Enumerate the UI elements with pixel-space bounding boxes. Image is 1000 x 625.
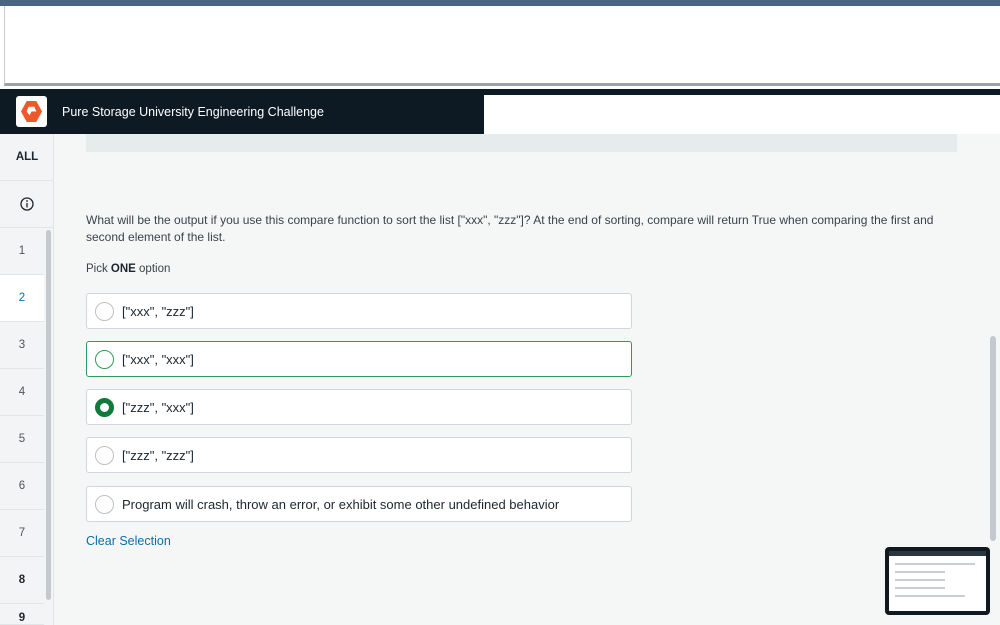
logo-icon (20, 100, 43, 123)
thumbnail-line (895, 579, 945, 581)
sidebar-item-4[interactable]: 4 (0, 369, 44, 416)
sidebar-scrollbar[interactable] (46, 230, 51, 600)
sidebar-item-label: 5 (18, 433, 26, 445)
clear-selection-link[interactable]: Clear Selection (86, 534, 171, 548)
sidebar-item-label: 2 (18, 292, 26, 304)
radio-button[interactable] (95, 301, 114, 321)
option-5[interactable]: Program will crash, throw an error, or e… (86, 486, 632, 522)
question-banner (86, 134, 957, 152)
question-text: What will be the output if you use this … (86, 213, 934, 244)
sidebar-item-label: 3 (18, 339, 26, 351)
webcam-preview-thumbnail[interactable] (885, 547, 990, 615)
sidebar-item-info[interactable] (0, 181, 54, 228)
header-right-blank (484, 95, 1000, 134)
sidebar-item-label: 8 (18, 574, 26, 586)
option-1[interactable]: ["xxx", "zzz"] (86, 293, 632, 329)
sidebar-item-2[interactable]: 2 (0, 275, 44, 322)
option-label: ["xxx", "zzz"] (122, 303, 194, 319)
pick-prefix: Pick (86, 263, 111, 275)
sidebar-item-8[interactable]: 8 (0, 557, 44, 604)
option-label: ["zzz", "zzz"] (122, 447, 194, 463)
sidebar-item-label: 4 (18, 386, 26, 398)
sidebar-item-1[interactable]: 1 (0, 228, 44, 275)
sidebar-item-label: ALL (15, 151, 39, 163)
sidebar-item-6[interactable]: 6 (0, 463, 44, 510)
sidebar-item-7[interactable]: 7 (0, 510, 44, 557)
thumbnail-line (895, 563, 975, 565)
sidebar-item-all[interactable]: ALL (0, 134, 54, 181)
radio-button[interactable] (95, 445, 114, 465)
sidebar-item-label: 9 (18, 612, 26, 624)
option-2[interactable]: ["xxx", "xxx"] (86, 341, 632, 377)
app-title: Pure Storage University Engineering Chal… (62, 104, 324, 119)
blank-content-area (4, 6, 1000, 86)
thumbnail-header (889, 551, 986, 556)
thumbnail-line (895, 587, 945, 589)
option-4[interactable]: ["zzz", "zzz"] (86, 437, 632, 473)
sidebar-item-3[interactable]: 3 (0, 322, 44, 369)
pick-suffix: option (135, 263, 171, 275)
main-scrollbar[interactable] (990, 336, 996, 541)
option-3[interactable]: ["zzz", "xxx"] (86, 389, 632, 425)
sidebar-item-label: 1 (18, 245, 26, 257)
pick-instruction: Pick ONE option (86, 263, 170, 275)
thumbnail-line (895, 571, 945, 573)
option-label: Program will crash, throw an error, or e… (122, 496, 560, 512)
app-header: Pure Storage University Engineering Chal… (0, 89, 484, 134)
sidebar-item-label: 7 (18, 527, 26, 539)
sidebar-item-9[interactable]: 9 (0, 604, 44, 625)
radio-button-selected[interactable] (95, 397, 114, 417)
question-panel: What will be the output if you use this … (54, 134, 1000, 625)
sidebar-item-5[interactable]: 5 (0, 416, 44, 463)
option-label: ["xxx", "xxx"] (122, 351, 194, 367)
sidebar-item-label: 6 (18, 480, 26, 492)
thumbnail-line (895, 595, 965, 597)
radio-button[interactable] (95, 349, 114, 369)
radio-button[interactable] (95, 494, 114, 514)
pure-storage-logo[interactable] (16, 96, 47, 127)
option-label: ["zzz", "xxx"] (122, 399, 194, 415)
info-icon (20, 197, 34, 211)
pick-count: ONE (110, 263, 136, 275)
thumbnail-screen (889, 551, 986, 611)
